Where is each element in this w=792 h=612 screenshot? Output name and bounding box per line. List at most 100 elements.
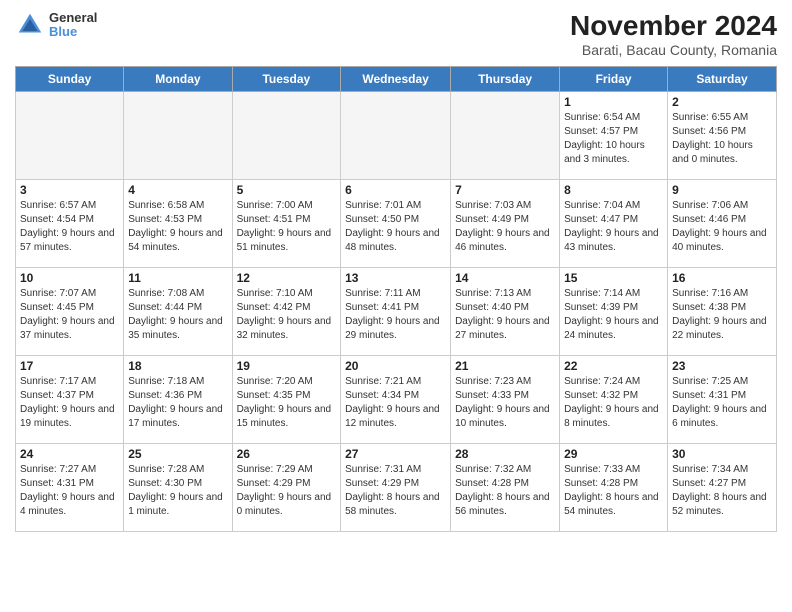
day-info: Sunrise: 6:55 AM Sunset: 4:56 PM Dayligh… xyxy=(672,111,772,167)
day-number: 8 xyxy=(564,183,663,197)
day-number: 7 xyxy=(455,183,555,197)
calendar-day-header: Monday xyxy=(124,67,232,92)
day-number: 12 xyxy=(237,271,337,285)
day-number: 5 xyxy=(237,183,337,197)
day-number: 21 xyxy=(455,359,555,373)
day-info: Sunrise: 7:29 AM Sunset: 4:29 PM Dayligh… xyxy=(237,463,337,519)
calendar-day-header: Wednesday xyxy=(341,67,451,92)
calendar-day-cell: 24Sunrise: 7:27 AM Sunset: 4:31 PM Dayli… xyxy=(16,444,124,532)
calendar-day-cell: 21 Sunrise: 7:23 AM Sunset: 4:33 PM Dayli… xyxy=(451,356,560,444)
calendar-day-cell: 10 Sunrise: 7:07 AM Sunset: 4:45 PM Dayli… xyxy=(16,268,124,356)
day-info: Sunrise: 7:07 AM Sunset: 4:45 PM Dayligh… xyxy=(20,287,119,343)
calendar-day-cell: 14Sunrise: 7:13 AM Sunset: 4:40 PM Dayli… xyxy=(451,268,560,356)
day-number: 30 xyxy=(672,447,772,461)
calendar-day-cell: 26Sunrise: 7:29 AM Sunset: 4:29 PM Dayli… xyxy=(232,444,341,532)
day-info: Sunrise: 7:08 AM Sunset: 4:44 PM Dayligh… xyxy=(128,287,227,343)
calendar-day-cell: 23 Sunrise: 7:25 AM Sunset: 4:31 PM Dayli… xyxy=(668,356,777,444)
title-section: November 2024 Barati, Bacau County, Roma… xyxy=(570,10,777,58)
day-number: 20 xyxy=(345,359,446,373)
day-info: Sunrise: 7:01 AM Sunset: 4:50 PM Dayligh… xyxy=(345,199,446,255)
calendar-week-row: 17 Sunrise: 7:17 AM Sunset: 4:37 PM Dayli… xyxy=(16,356,777,444)
day-info: Sunrise: 7:28 AM Sunset: 4:30 PM Dayligh… xyxy=(128,463,227,519)
day-info: Sunrise: 7:25 AM Sunset: 4:31 PM Dayligh… xyxy=(672,375,772,431)
calendar-day-cell: 2 Sunrise: 6:55 AM Sunset: 4:56 PM Daylig… xyxy=(668,92,777,180)
day-number: 27 xyxy=(345,447,446,461)
logo: General Blue xyxy=(15,10,97,40)
calendar-day-cell xyxy=(16,92,124,180)
calendar-day-cell: 28Sunrise: 7:32 AM Sunset: 4:28 PM Dayli… xyxy=(451,444,560,532)
calendar-day-cell: 20 Sunrise: 7:21 AM Sunset: 4:34 PM Dayli… xyxy=(341,356,451,444)
page-header: General Blue November 2024 Barati, Bacau… xyxy=(15,10,777,58)
day-number: 9 xyxy=(672,183,772,197)
calendar-day-header: Saturday xyxy=(668,67,777,92)
calendar-day-cell: 7 Sunrise: 7:03 AM Sunset: 4:49 PM Daylig… xyxy=(451,180,560,268)
day-info: Sunrise: 7:00 AM Sunset: 4:51 PM Dayligh… xyxy=(237,199,337,255)
day-info: Sunrise: 7:17 AM Sunset: 4:37 PM Dayligh… xyxy=(20,375,119,431)
calendar-week-row: 10 Sunrise: 7:07 AM Sunset: 4:45 PM Dayli… xyxy=(16,268,777,356)
day-number: 2 xyxy=(672,95,772,109)
day-info: Sunrise: 6:57 AM Sunset: 4:54 PM Dayligh… xyxy=(20,199,119,255)
calendar-day-cell: 11 Sunrise: 7:08 AM Sunset: 4:44 PM Dayli… xyxy=(124,268,232,356)
day-number: 25 xyxy=(128,447,227,461)
day-info: Sunrise: 6:58 AM Sunset: 4:53 PM Dayligh… xyxy=(128,199,227,255)
calendar-day-cell: 30 Sunrise: 7:34 AM Sunset: 4:27 PM Dayli… xyxy=(668,444,777,532)
calendar-day-cell: 5 Sunrise: 7:00 AM Sunset: 4:51 PM Daylig… xyxy=(232,180,341,268)
calendar-day-cell xyxy=(451,92,560,180)
day-info: Sunrise: 7:06 AM Sunset: 4:46 PM Dayligh… xyxy=(672,199,772,255)
day-info: Sunrise: 7:32 AM Sunset: 4:28 PM Dayligh… xyxy=(455,463,555,519)
day-info: Sunrise: 7:10 AM Sunset: 4:42 PM Dayligh… xyxy=(237,287,337,343)
calendar-week-row: 3 Sunrise: 6:57 AM Sunset: 4:54 PM Daylig… xyxy=(16,180,777,268)
day-number: 15 xyxy=(564,271,663,285)
calendar-week-row: 24Sunrise: 7:27 AM Sunset: 4:31 PM Dayli… xyxy=(16,444,777,532)
calendar-day-cell: 17 Sunrise: 7:17 AM Sunset: 4:37 PM Dayli… xyxy=(16,356,124,444)
logo-line2: Blue xyxy=(49,25,97,39)
logo-icon xyxy=(15,10,45,40)
page-subtitle: Barati, Bacau County, Romania xyxy=(570,42,777,58)
calendar-day-cell: 19 Sunrise: 7:20 AM Sunset: 4:35 PM Dayli… xyxy=(232,356,341,444)
calendar-day-cell: 8 Sunrise: 7:04 AM Sunset: 4:47 PM Daylig… xyxy=(560,180,668,268)
calendar-week-row: 1 Sunrise: 6:54 AM Sunset: 4:57 PM Daylig… xyxy=(16,92,777,180)
calendar-day-cell xyxy=(341,92,451,180)
day-info: Sunrise: 6:54 AM Sunset: 4:57 PM Dayligh… xyxy=(564,111,663,167)
calendar-day-cell: 1 Sunrise: 6:54 AM Sunset: 4:57 PM Daylig… xyxy=(560,92,668,180)
day-info: Sunrise: 7:16 AM Sunset: 4:38 PM Dayligh… xyxy=(672,287,772,343)
day-number: 23 xyxy=(672,359,772,373)
day-number: 4 xyxy=(128,183,227,197)
calendar-day-cell: 12 Sunrise: 7:10 AM Sunset: 4:42 PM Dayli… xyxy=(232,268,341,356)
calendar-day-header: Sunday xyxy=(16,67,124,92)
calendar-day-cell: 16Sunrise: 7:16 AM Sunset: 4:38 PM Dayli… xyxy=(668,268,777,356)
day-number: 22 xyxy=(564,359,663,373)
day-number: 17 xyxy=(20,359,119,373)
calendar-day-cell xyxy=(124,92,232,180)
day-number: 29 xyxy=(564,447,663,461)
day-info: Sunrise: 7:03 AM Sunset: 4:49 PM Dayligh… xyxy=(455,199,555,255)
day-info: Sunrise: 7:20 AM Sunset: 4:35 PM Dayligh… xyxy=(237,375,337,431)
calendar-day-cell: 6Sunrise: 7:01 AM Sunset: 4:50 PM Daylig… xyxy=(341,180,451,268)
day-number: 19 xyxy=(237,359,337,373)
calendar-day-cell: 15Sunrise: 7:14 AM Sunset: 4:39 PM Dayli… xyxy=(560,268,668,356)
calendar-day-cell: 13Sunrise: 7:11 AM Sunset: 4:41 PM Dayli… xyxy=(341,268,451,356)
day-info: Sunrise: 7:33 AM Sunset: 4:28 PM Dayligh… xyxy=(564,463,663,519)
day-number: 1 xyxy=(564,95,663,109)
day-number: 11 xyxy=(128,271,227,285)
calendar-day-cell xyxy=(232,92,341,180)
calendar-table: SundayMondayTuesdayWednesdayThursdayFrid… xyxy=(15,66,777,532)
logo-text: General Blue xyxy=(49,11,97,40)
day-number: 10 xyxy=(20,271,119,285)
calendar-day-cell: 9 Sunrise: 7:06 AM Sunset: 4:46 PM Daylig… xyxy=(668,180,777,268)
day-info: Sunrise: 7:18 AM Sunset: 4:36 PM Dayligh… xyxy=(128,375,227,431)
calendar-day-cell: 3 Sunrise: 6:57 AM Sunset: 4:54 PM Daylig… xyxy=(16,180,124,268)
day-number: 13 xyxy=(345,271,446,285)
day-info: Sunrise: 7:23 AM Sunset: 4:33 PM Dayligh… xyxy=(455,375,555,431)
page-title: November 2024 xyxy=(570,10,777,42)
calendar-day-cell: 4 Sunrise: 6:58 AM Sunset: 4:53 PM Daylig… xyxy=(124,180,232,268)
day-info: Sunrise: 7:24 AM Sunset: 4:32 PM Dayligh… xyxy=(564,375,663,431)
day-info: Sunrise: 7:27 AM Sunset: 4:31 PM Dayligh… xyxy=(20,463,119,519)
day-info: Sunrise: 7:04 AM Sunset: 4:47 PM Dayligh… xyxy=(564,199,663,255)
calendar-day-header: Tuesday xyxy=(232,67,341,92)
day-number: 3 xyxy=(20,183,119,197)
day-info: Sunrise: 7:31 AM Sunset: 4:29 PM Dayligh… xyxy=(345,463,446,519)
calendar-day-header: Thursday xyxy=(451,67,560,92)
day-info: Sunrise: 7:21 AM Sunset: 4:34 PM Dayligh… xyxy=(345,375,446,431)
day-info: Sunrise: 7:34 AM Sunset: 4:27 PM Dayligh… xyxy=(672,463,772,519)
